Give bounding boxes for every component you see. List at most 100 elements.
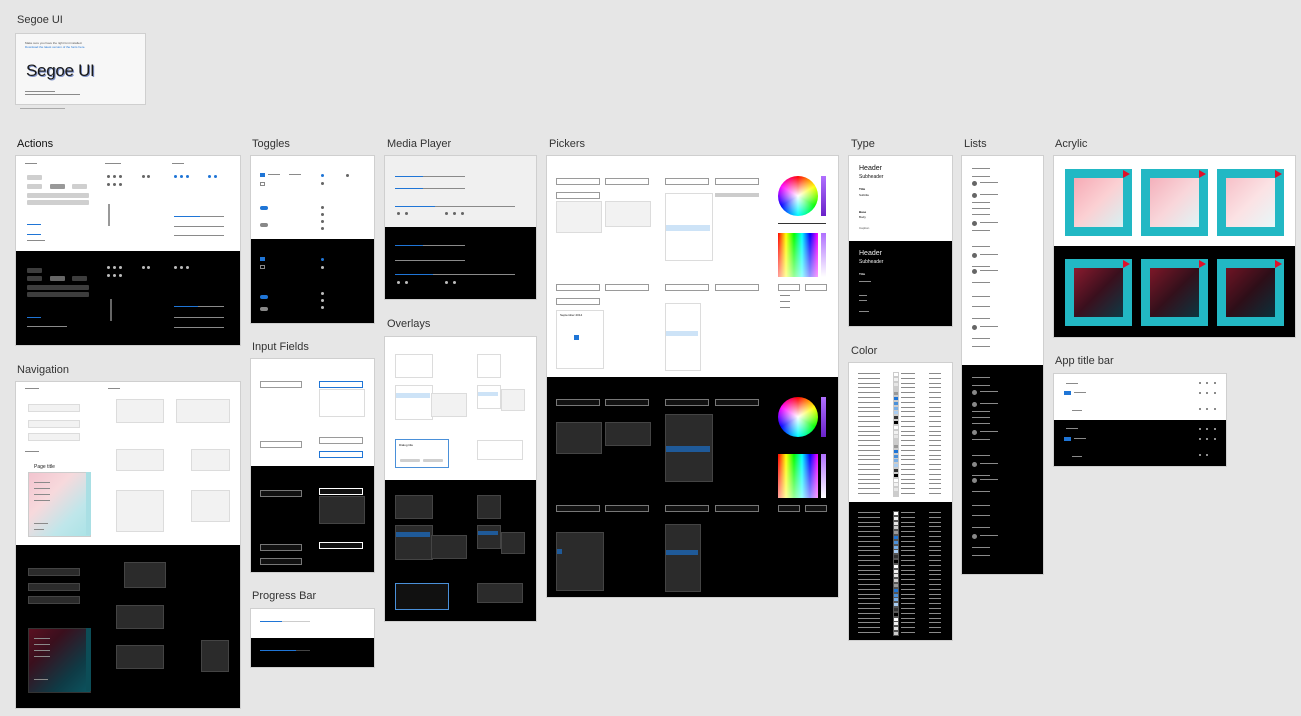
font-download-link[interactable]: Download the latest version of the fonts… [25, 45, 85, 49]
color-row-part [929, 617, 941, 619]
list-item-text[interactable] [972, 306, 990, 307]
color-row-part [858, 430, 880, 432]
color-row-part [901, 430, 915, 432]
progress-bar-artboard[interactable] [251, 609, 374, 667]
list-item-text[interactable] [972, 439, 990, 440]
list-item-text[interactable] [980, 431, 998, 432]
color-row-part [901, 632, 915, 633]
list-item-text[interactable] [972, 266, 990, 267]
list-item-text[interactable] [972, 214, 990, 215]
color-row-part [858, 416, 880, 418]
list-item-text[interactable] [972, 385, 990, 386]
list-item-text[interactable] [980, 270, 998, 271]
toggles-artboard[interactable] [251, 156, 374, 323]
list-item-text[interactable] [972, 377, 990, 378]
dialog-button-primary[interactable] [400, 459, 420, 462]
list-item-text[interactable] [980, 535, 998, 536]
color-row-part [929, 584, 941, 585]
nav-pane-dark[interactable] [28, 628, 91, 693]
color-row-part [858, 545, 880, 547]
list-item-text[interactable] [980, 326, 998, 327]
type-base: Base [859, 210, 867, 214]
navigation-artboard[interactable]: Page title [16, 382, 240, 708]
color-row-part [893, 492, 899, 497]
pickers-artboard[interactable]: September 2014 [547, 156, 838, 597]
type-title: Title [859, 187, 866, 191]
color-row-part [929, 440, 941, 442]
list-item-text[interactable] [972, 246, 990, 247]
list-item-text[interactable] [980, 194, 998, 195]
list-item-text[interactable] [972, 346, 990, 347]
calendar-month: September 2014 [560, 313, 583, 317]
color-row-part [901, 603, 915, 605]
input-fields-artboard[interactable] [251, 359, 374, 572]
color-row-part [858, 536, 880, 537]
color-row-part [901, 555, 915, 557]
type-header-dark: Header [859, 250, 882, 257]
list-item-text[interactable] [972, 411, 990, 412]
color-row-part [901, 550, 915, 552]
color-row-part [929, 536, 941, 537]
type-artboard[interactable]: Header Subheader Title Subtitle Base Bod… [849, 156, 952, 326]
type-caption: Caption [859, 226, 870, 230]
list-item-text[interactable] [972, 208, 990, 209]
media-player-artboard[interactable] [385, 156, 536, 299]
acrylic-artboard[interactable] [1054, 156, 1295, 337]
color-row-part [901, 627, 915, 629]
dialog-button-secondary[interactable] [423, 459, 443, 462]
list-item-text[interactable] [972, 338, 990, 339]
color-artboard[interactable] [849, 363, 952, 640]
color-row-part [901, 382, 915, 384]
list-item-text[interactable] [980, 254, 998, 255]
list-item-text[interactable] [972, 475, 990, 476]
list-item-text[interactable] [972, 555, 990, 556]
overlays-artboard[interactable]: Dialog title [385, 337, 536, 621]
color-row-part [858, 608, 880, 609]
list-item-text[interactable] [972, 417, 990, 418]
segoe-artboard[interactable]: Make sure you have the right font instal… [16, 34, 145, 104]
list-item-text[interactable] [972, 547, 990, 548]
color-row-part [901, 493, 915, 494]
list-item-text[interactable] [972, 318, 990, 319]
lists-artboard[interactable] [962, 156, 1043, 574]
actions-artboard[interactable] [16, 156, 240, 345]
list-item-text[interactable] [972, 296, 990, 297]
list-item-text[interactable] [972, 176, 990, 177]
color-row-part [901, 469, 915, 470]
list-item-text[interactable] [972, 230, 990, 231]
list-item-text[interactable] [980, 222, 998, 223]
list-item-text[interactable] [972, 455, 990, 456]
color-row-part [901, 377, 915, 379]
list-item-text[interactable] [972, 505, 990, 506]
list-item-text[interactable] [980, 479, 998, 480]
dialog-light[interactable]: Dialog title [395, 439, 449, 468]
calendar-light[interactable]: September 2014 [556, 310, 604, 369]
color-row-part [929, 545, 941, 547]
color-row-part [929, 373, 941, 374]
list-item-text[interactable] [972, 202, 990, 203]
color-row-part [901, 512, 915, 513]
list-item-text[interactable] [972, 515, 990, 516]
list-item-text[interactable] [980, 403, 998, 404]
color-row-part [901, 421, 915, 422]
list-item-text[interactable] [972, 423, 990, 424]
list-item-text[interactable] [972, 282, 990, 283]
app-title-bar-artboard[interactable] [1054, 374, 1226, 466]
list-item-text[interactable] [972, 491, 990, 492]
color-row-part [929, 574, 941, 576]
color-row-part [929, 469, 941, 470]
list-item-text[interactable] [972, 527, 990, 528]
list-item-text[interactable] [980, 182, 998, 183]
color-row-part [858, 449, 880, 451]
list-item-text[interactable] [980, 463, 998, 464]
color-row-part [929, 531, 941, 533]
nav-pane-light[interactable]: Page title [28, 464, 91, 537]
color-row-part [901, 459, 915, 461]
pickers-section-title: Pickers [549, 138, 586, 150]
list-item-text[interactable] [980, 391, 998, 392]
color-row-part [901, 387, 915, 389]
color-row-part [929, 555, 941, 557]
color-row-part [929, 632, 941, 633]
list-avatar [972, 462, 977, 467]
list-item-text[interactable] [972, 168, 990, 169]
